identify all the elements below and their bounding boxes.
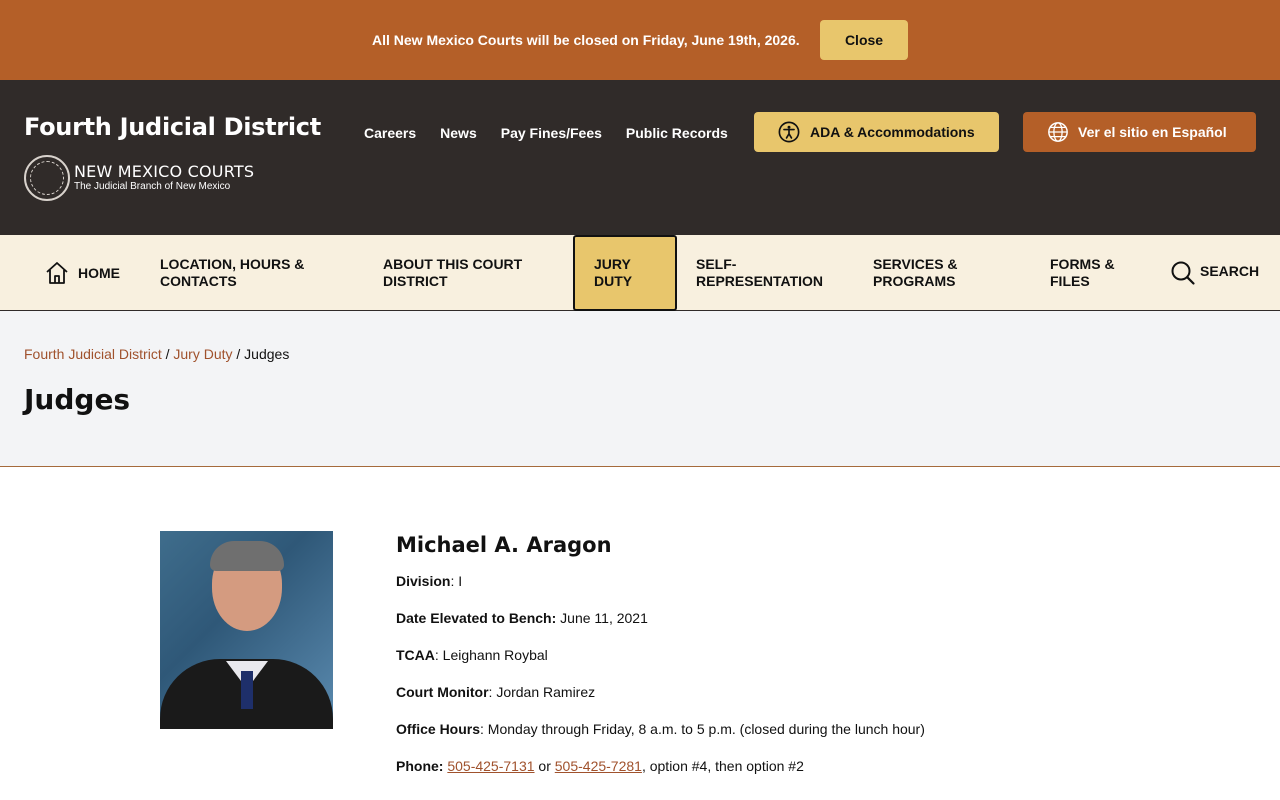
nav-label-line: CONTACTS	[160, 273, 237, 289]
breadcrumb: Fourth Judicial District / Jury Duty / J…	[24, 346, 289, 362]
nav-label-line: SELF-	[696, 256, 737, 272]
monitor-field: Court Monitor: Jordan Ramirez	[396, 684, 596, 700]
page-header: Fourth Judicial District / Jury Duty / J…	[0, 311, 1280, 467]
court-seal-icon	[24, 155, 70, 201]
spanish-site-button[interactable]: Ver el sitio en Español	[1023, 112, 1256, 152]
breadcrumb-current: Judges	[244, 346, 290, 362]
nav-jury-duty[interactable]: JURY DUTY	[573, 235, 677, 311]
main-nav: HOME LOCATION, HOURS & CONTACTS ABOUT THI…	[0, 235, 1280, 311]
util-link-public-records[interactable]: Public Records	[626, 125, 728, 141]
nav-search[interactable]: SEARCH	[1170, 235, 1259, 311]
nav-label-line: DUTY	[594, 273, 633, 289]
nav-label-line: SERVICES &	[873, 256, 958, 272]
tcaa-value: Leighann Roybal	[442, 647, 548, 663]
breadcrumb-separator: /	[236, 346, 241, 362]
nm-courts-logo[interactable]: NEW MEXICO COURTS The Judicial Branch of…	[24, 155, 254, 201]
judge-photo	[160, 531, 333, 729]
nav-location-hours-contacts[interactable]: LOCATION, HOURS & CONTACTS	[160, 235, 304, 311]
ada-label: ADA & Accommodations	[810, 124, 975, 140]
util-link-pay-fines[interactable]: Pay Fines/Fees	[501, 125, 602, 141]
division-value: I	[458, 573, 463, 589]
field-label: TCAA	[396, 647, 435, 663]
field-label: Office Hours	[396, 721, 481, 737]
nav-label-line: PROGRAMS	[873, 273, 956, 289]
close-alert-button[interactable]: Close	[820, 20, 908, 60]
monitor-value: Jordan Ramirez	[496, 684, 596, 700]
utility-nav: Careers News Pay Fines/Fees Public Recor…	[364, 125, 728, 141]
nav-home[interactable]: HOME	[44, 235, 120, 311]
field-label: Court Monitor	[396, 684, 489, 700]
breadcrumb-link-home[interactable]: Fourth Judicial District	[24, 346, 162, 362]
nav-label-line: DISTRICT	[383, 273, 448, 289]
logo-main-text: NEW MEXICO COURTS	[74, 162, 255, 181]
field-label: Date Elevated to Bench:	[396, 610, 557, 626]
nav-label-line: ABOUT THIS COURT	[383, 256, 523, 272]
globe-icon	[1048, 122, 1068, 142]
page-title: Judges	[24, 383, 131, 416]
nav-label-line: FILES	[1050, 273, 1090, 289]
field-label: Division	[396, 573, 451, 589]
phone-field: Phone: 505-425-7131 or 505-425-7281, opt…	[396, 758, 925, 795]
breadcrumb-separator: /	[165, 346, 170, 362]
nav-search-label: SEARCH	[1200, 262, 1260, 279]
nav-label-line: LOCATION, HOURS &	[160, 256, 305, 272]
nav-label-line: JURY	[594, 256, 631, 272]
phone-link-1[interactable]: 505-425-7131	[447, 758, 534, 774]
office-hours-value: Monday through Friday, 8 a.m. to 5 p.m. …	[487, 721, 925, 737]
site-title[interactable]: Fourth Judicial District	[24, 113, 321, 141]
site-header: Fourth Judicial District NEW MEXICO COUR…	[0, 80, 1280, 235]
judge-profile: Michael A. Aragon Division: I Date Eleva…	[0, 467, 1280, 800]
accessibility-icon	[778, 121, 800, 143]
breadcrumb-link-jury-duty[interactable]: Jury Duty	[173, 346, 232, 362]
nav-about-court-district[interactable]: ABOUT THIS COURT DISTRICT	[383, 235, 522, 311]
nav-self-representation[interactable]: SELF- REPRESENTATION	[696, 235, 823, 311]
elevated-value: June 11, 2021	[560, 610, 648, 626]
nav-label-line: FORMS &	[1050, 256, 1115, 272]
spanish-label: Ver el sitio en Español	[1078, 124, 1227, 140]
alert-message: All New Mexico Courts will be closed on …	[372, 32, 800, 48]
phone-suffix: , option #4, then option #2	[641, 758, 804, 774]
office-hours-field: Office Hours: Monday through Friday, 8 a…	[396, 721, 925, 737]
util-link-news[interactable]: News	[440, 125, 477, 141]
judge-name: Michael A. Aragon	[396, 533, 612, 557]
nav-forms-files[interactable]: FORMS & FILES	[1050, 235, 1115, 311]
phone-link-2[interactable]: 505-425-7281	[555, 758, 642, 774]
elevated-field: Date Elevated to Bench: June 11, 2021	[396, 610, 925, 647]
judge-info: Michael A. Aragon Division: I Date Eleva…	[396, 533, 925, 795]
field-label: Phone:	[396, 758, 444, 774]
logo-sub-text: The Judicial Branch of New Mexico	[74, 181, 231, 192]
nav-services-programs[interactable]: SERVICES & PROGRAMS	[873, 235, 958, 311]
phone-or: or	[538, 758, 551, 774]
search-icon	[1171, 261, 1195, 285]
util-link-careers[interactable]: Careers	[364, 125, 416, 141]
home-icon	[46, 262, 68, 284]
nav-label-line: REPRESENTATION	[696, 273, 824, 289]
alert-banner: All New Mexico Courts will be closed on …	[0, 0, 1280, 80]
nav-home-label: HOME	[78, 264, 120, 281]
ada-accommodations-button[interactable]: ADA & Accommodations	[754, 112, 999, 152]
division-field: Division: I	[396, 573, 463, 589]
tcaa-field: TCAA: Leighann Roybal	[396, 647, 548, 663]
